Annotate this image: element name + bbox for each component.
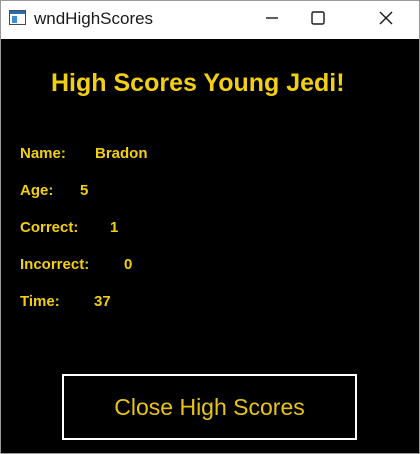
maximize-button[interactable] — [295, 1, 341, 35]
window-app-icon — [9, 10, 26, 25]
close-window-button[interactable] — [363, 1, 409, 35]
correct-value: 1 — [110, 219, 119, 236]
incorrect-value: 0 — [124, 256, 133, 273]
close-icon — [379, 11, 393, 25]
maximize-icon — [311, 11, 325, 25]
close-high-scores-button[interactable]: Close High Scores — [62, 374, 357, 440]
time-row: Time: 37 — [20, 293, 111, 310]
minimize-icon — [266, 17, 278, 19]
age-label: Age: — [20, 182, 54, 199]
window-title: wndHighScores — [34, 9, 154, 28]
minimize-button[interactable] — [249, 1, 295, 35]
incorrect-row: Incorrect: 0 — [20, 256, 132, 273]
correct-label: Correct: — [20, 219, 79, 236]
page-title: High Scores Young Jedi! — [51, 69, 345, 97]
correct-row: Correct: 1 — [20, 219, 118, 236]
time-value: 37 — [94, 293, 111, 310]
name-label: Name: — [20, 145, 66, 162]
window-content: High Scores Young Jedi! Name: Bradon Age… — [1, 39, 419, 453]
high-scores-window: wndHighScores High Scores Young Jedi! Na… — [0, 0, 420, 454]
age-row: Age: 5 — [20, 182, 88, 199]
time-label: Time: — [20, 293, 60, 310]
name-row: Name: Bradon — [20, 145, 148, 162]
name-value: Bradon — [95, 145, 148, 162]
title-bar[interactable]: wndHighScores — [1, 1, 419, 39]
age-value: 5 — [80, 182, 89, 199]
incorrect-label: Incorrect: — [20, 256, 90, 273]
